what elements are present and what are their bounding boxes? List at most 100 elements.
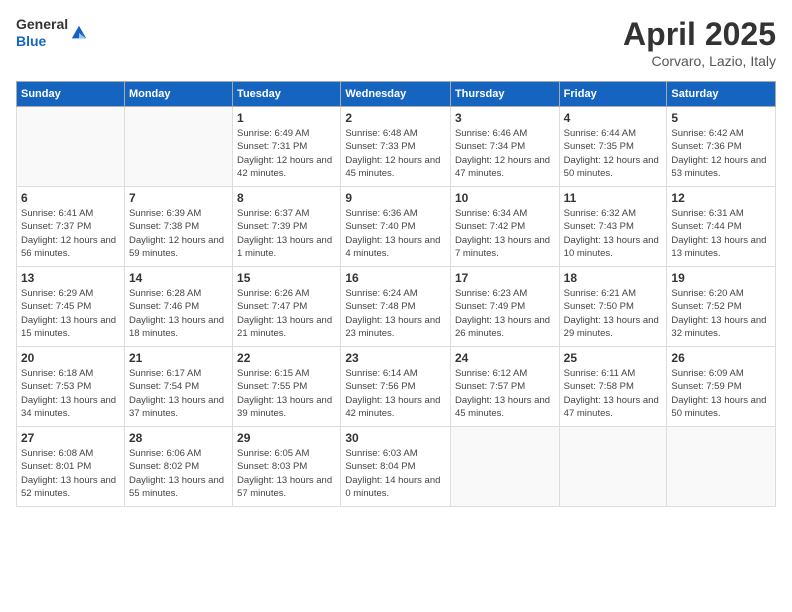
logo-blue-text: Blue [16, 33, 68, 50]
day-info: Sunrise: 6:32 AM Sunset: 7:43 PM Dayligh… [564, 207, 663, 260]
calendar-cell: 8Sunrise: 6:37 AM Sunset: 7:39 PM Daylig… [233, 187, 341, 267]
day-info: Sunrise: 6:34 AM Sunset: 7:42 PM Dayligh… [455, 207, 555, 260]
calendar-cell: 7 Sunrise: 6:39 AM Sunset: 7:38 PM Daylig… [124, 187, 232, 267]
day-number: 7 [129, 191, 228, 205]
calendar-cell: 15 Sunrise: 6:26 AM Sunset: 7:47 PM Dayli… [233, 267, 341, 347]
day-number: 28 [129, 431, 228, 445]
calendar-cell: 26Sunrise: 6:09 AM Sunset: 7:59 PM Dayli… [667, 347, 776, 427]
weekday-header: Thursday [450, 82, 559, 107]
weekday-header-row: SundayMondayTuesdayWednesdayThursdayFrid… [17, 82, 776, 107]
calendar-cell: 17Sunrise: 6:23 AM Sunset: 7:49 PM Dayli… [450, 267, 559, 347]
calendar-cell: 21 Sunrise: 6:17 AM Sunset: 7:54 PM Dayli… [124, 347, 232, 427]
calendar-cell: 19Sunrise: 6:20 AM Sunset: 7:52 PM Dayli… [667, 267, 776, 347]
day-info: Sunrise: 6:29 AM Sunset: 7:45 PM Dayligh… [21, 287, 120, 340]
day-info: Sunrise: 6:36 AM Sunset: 7:40 PM Dayligh… [345, 207, 446, 260]
day-info: Sunrise: 6:48 AM Sunset: 7:33 PM Dayligh… [345, 127, 446, 180]
day-number: 10 [455, 191, 555, 205]
day-number: 27 [21, 431, 120, 445]
weekday-header: Saturday [667, 82, 776, 107]
day-number: 16 [345, 271, 446, 285]
day-info: Sunrise: 6:06 AM Sunset: 8:02 PM Dayligh… [129, 447, 228, 500]
page-header: General Blue April 2025 Corvaro, Lazio, … [16, 16, 776, 69]
calendar-table: SundayMondayTuesdayWednesdayThursdayFrid… [16, 81, 776, 507]
day-number: 2 [345, 111, 446, 125]
weekday-header: Friday [559, 82, 667, 107]
day-number: 13 [21, 271, 120, 285]
logo-icon [70, 24, 88, 42]
calendar-cell: 27Sunrise: 6:08 AM Sunset: 8:01 PM Dayli… [17, 427, 125, 507]
day-number: 21 [129, 351, 228, 365]
calendar-cell [450, 427, 559, 507]
day-number: 12 [671, 191, 771, 205]
day-number: 1 [237, 111, 336, 125]
day-number: 23 [345, 351, 446, 365]
calendar-cell [17, 107, 125, 187]
day-info: Sunrise: 6:21 AM Sunset: 7:50 PM Dayligh… [564, 287, 663, 340]
calendar-week-row: 1Sunrise: 6:49 AM Sunset: 7:31 PM Daylig… [17, 107, 776, 187]
day-number: 18 [564, 271, 663, 285]
calendar-cell: 22 Sunrise: 6:15 AM Sunset: 7:55 PM Dayli… [233, 347, 341, 427]
calendar-cell: 16 Sunrise: 6:24 AM Sunset: 7:48 PM Dayli… [341, 267, 451, 347]
calendar-cell: 20Sunrise: 6:18 AM Sunset: 7:53 PM Dayli… [17, 347, 125, 427]
day-number: 4 [564, 111, 663, 125]
day-number: 11 [564, 191, 663, 205]
weekday-header: Monday [124, 82, 232, 107]
calendar-cell: 10 Sunrise: 6:34 AM Sunset: 7:42 PM Dayli… [450, 187, 559, 267]
calendar-week-row: 20Sunrise: 6:18 AM Sunset: 7:53 PM Dayli… [17, 347, 776, 427]
calendar-cell [667, 427, 776, 507]
calendar-cell [559, 427, 667, 507]
calendar-cell: 30Sunrise: 6:03 AM Sunset: 8:04 PM Dayli… [341, 427, 451, 507]
day-info: Sunrise: 6:18 AM Sunset: 7:53 PM Dayligh… [21, 367, 120, 420]
weekday-header: Wednesday [341, 82, 451, 107]
day-number: 22 [237, 351, 336, 365]
day-info: Sunrise: 6:46 AM Sunset: 7:34 PM Dayligh… [455, 127, 555, 180]
day-info: Sunrise: 6:39 AM Sunset: 7:38 PM Dayligh… [129, 207, 228, 260]
calendar-week-row: 27Sunrise: 6:08 AM Sunset: 8:01 PM Dayli… [17, 427, 776, 507]
day-info: Sunrise: 6:12 AM Sunset: 7:57 PM Dayligh… [455, 367, 555, 420]
calendar-cell: 14 Sunrise: 6:28 AM Sunset: 7:46 PM Dayli… [124, 267, 232, 347]
day-info: Sunrise: 6:14 AM Sunset: 7:56 PM Dayligh… [345, 367, 446, 420]
weekday-header: Tuesday [233, 82, 341, 107]
day-number: 26 [671, 351, 771, 365]
day-info: Sunrise: 6:24 AM Sunset: 7:48 PM Dayligh… [345, 287, 446, 340]
calendar-cell: 2 Sunrise: 6:48 AM Sunset: 7:33 PM Daylig… [341, 107, 451, 187]
day-number: 5 [671, 111, 771, 125]
logo: General Blue [16, 16, 88, 50]
calendar-cell: 11 Sunrise: 6:32 AM Sunset: 7:43 PM Dayli… [559, 187, 667, 267]
calendar-cell: 4 Sunrise: 6:44 AM Sunset: 7:35 PM Daylig… [559, 107, 667, 187]
day-number: 8 [237, 191, 336, 205]
calendar-week-row: 13 Sunrise: 6:29 AM Sunset: 7:45 PM Dayli… [17, 267, 776, 347]
day-info: Sunrise: 6:05 AM Sunset: 8:03 PM Dayligh… [237, 447, 336, 500]
day-number: 24 [455, 351, 555, 365]
day-info: Sunrise: 6:17 AM Sunset: 7:54 PM Dayligh… [129, 367, 228, 420]
calendar-cell [124, 107, 232, 187]
day-number: 25 [564, 351, 663, 365]
calendar-week-row: 6 Sunrise: 6:41 AM Sunset: 7:37 PM Daylig… [17, 187, 776, 267]
calendar-cell: 24 Sunrise: 6:12 AM Sunset: 7:57 PM Dayli… [450, 347, 559, 427]
day-info: Sunrise: 6:11 AM Sunset: 7:58 PM Dayligh… [564, 367, 663, 420]
day-number: 29 [237, 431, 336, 445]
day-info: Sunrise: 6:41 AM Sunset: 7:37 PM Dayligh… [21, 207, 120, 260]
day-info: Sunrise: 6:31 AM Sunset: 7:44 PM Dayligh… [671, 207, 771, 260]
calendar-cell: 1Sunrise: 6:49 AM Sunset: 7:31 PM Daylig… [233, 107, 341, 187]
day-info: Sunrise: 6:42 AM Sunset: 7:36 PM Dayligh… [671, 127, 771, 180]
calendar-cell: 6 Sunrise: 6:41 AM Sunset: 7:37 PM Daylig… [17, 187, 125, 267]
calendar-cell: 28 Sunrise: 6:06 AM Sunset: 8:02 PM Dayli… [124, 427, 232, 507]
day-info: Sunrise: 6:44 AM Sunset: 7:35 PM Dayligh… [564, 127, 663, 180]
day-number: 15 [237, 271, 336, 285]
calendar-cell: 13 Sunrise: 6:29 AM Sunset: 7:45 PM Dayli… [17, 267, 125, 347]
calendar-cell: 3Sunrise: 6:46 AM Sunset: 7:34 PM Daylig… [450, 107, 559, 187]
day-info: Sunrise: 6:26 AM Sunset: 7:47 PM Dayligh… [237, 287, 336, 340]
day-info: Sunrise: 6:03 AM Sunset: 8:04 PM Dayligh… [345, 447, 446, 500]
calendar-cell: 25 Sunrise: 6:11 AM Sunset: 7:58 PM Dayli… [559, 347, 667, 427]
day-info: Sunrise: 6:28 AM Sunset: 7:46 PM Dayligh… [129, 287, 228, 340]
calendar-cell: 12 Sunrise: 6:31 AM Sunset: 7:44 PM Dayli… [667, 187, 776, 267]
day-info: Sunrise: 6:15 AM Sunset: 7:55 PM Dayligh… [237, 367, 336, 420]
calendar-cell: 9Sunrise: 6:36 AM Sunset: 7:40 PM Daylig… [341, 187, 451, 267]
location: Corvaro, Lazio, Italy [623, 53, 776, 69]
day-number: 14 [129, 271, 228, 285]
day-number: 6 [21, 191, 120, 205]
calendar-cell: 18 Sunrise: 6:21 AM Sunset: 7:50 PM Dayli… [559, 267, 667, 347]
month-title: April 2025 [623, 16, 776, 53]
calendar-cell: 23 Sunrise: 6:14 AM Sunset: 7:56 PM Dayli… [341, 347, 451, 427]
